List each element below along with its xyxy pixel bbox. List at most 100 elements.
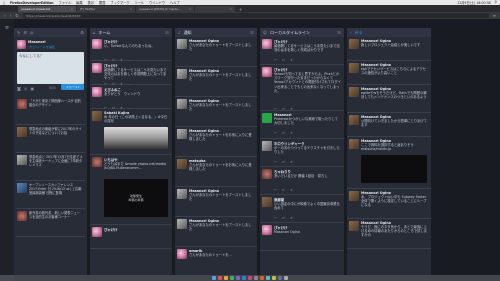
status[interactable]: Masanori Pinterestかつかしいな美術で取ったりして大切しました ↩ ⇄…	[260, 111, 344, 139]
status[interactable]: びゃけけ	[90, 225, 172, 249]
boost-icon[interactable]: ⇄	[282, 131, 285, 135]
edit-profile-link[interactable]: プロフィールを編集	[28, 45, 55, 49]
status[interactable]: ぴゃけけ Masanori Ogino	[260, 223, 344, 251]
avatar[interactable]	[92, 157, 102, 167]
avatar[interactable]	[349, 63, 359, 73]
avatar[interactable]	[177, 219, 187, 229]
status[interactable]: Masanori Ogino egliteやjsもそうだけど、Railsでも問題の…	[347, 85, 431, 113]
avatar[interactable]	[349, 115, 359, 125]
reply-icon[interactable]: ↩	[274, 131, 277, 135]
people-icon[interactable]: ☰	[23, 30, 27, 35]
avatar[interactable]	[349, 221, 359, 231]
reply-icon[interactable]: ↩	[274, 58, 277, 62]
back-arrow-icon[interactable]: ‹	[350, 30, 352, 35]
toot-button[interactable]: トゥート!	[61, 84, 84, 90]
avatar[interactable]	[92, 111, 102, 121]
camera-icon[interactable]: ◙	[17, 86, 21, 91]
reply-icon[interactable]: ↩	[274, 160, 277, 164]
avatar[interactable]	[349, 87, 359, 97]
detail-column-header[interactable]: ‹ 戻る	[347, 28, 431, 37]
pencil-icon[interactable]: ✎	[17, 30, 20, 35]
trash-icon[interactable]	[284, 276, 288, 280]
notification[interactable]: matsuha さんがあなたのトゥートをお気に入りに登録しました	[175, 157, 257, 187]
status[interactable]: いちはや どうもばまだ &mode yawos.net/media /kOjBA.…	[90, 155, 172, 225]
avatar[interactable]	[349, 39, 359, 49]
trend-item[interactable]: 新刊書の新刊書、新しい発表ニュースを目的生のお客様コーナー	[16, 209, 85, 237]
notifications-column-header[interactable]: ♪ 通知 ☷	[175, 28, 257, 37]
avatar[interactable]	[177, 69, 187, 79]
status[interactable]: Masanori Ogino 公開向けていきましたから簡単にとりあげてます	[347, 113, 431, 137]
app-icon[interactable]	[242, 276, 246, 280]
avatar[interactable]	[262, 197, 272, 207]
apple-icon[interactable]: 	[3, 1, 5, 5]
avatar[interactable]	[262, 39, 272, 49]
avatar[interactable]	[17, 40, 26, 49]
avatar[interactable]	[262, 141, 272, 151]
avatar[interactable]	[349, 139, 359, 149]
avatar[interactable]	[177, 39, 187, 49]
favourite-icon[interactable]: ★	[290, 58, 293, 62]
close-tab-icon[interactable]: ×	[70, 7, 73, 11]
notification[interactable]: Masanori Ogino さんがあなたのトゥートをブーストしました	[175, 187, 257, 217]
globe-icon[interactable]: ◎	[24, 86, 28, 91]
trend-item[interactable]: 緊急地点の番組が暫に2017年のサイトの予定などについてお話	[16, 125, 85, 153]
status[interactable]: えびふねこ ありがとう ウィンドウ ↩ ⇄ ★…	[90, 85, 172, 110]
boost-icon[interactable]: ⇄	[282, 216, 285, 220]
status[interactable]: びゃけけ い。Tumblrなんてのもあったね。 ↩ ⇄ ★…	[90, 37, 172, 62]
boost-icon[interactable]: ⇄	[282, 160, 285, 164]
finder-icon[interactable]	[212, 276, 216, 280]
reply-icon[interactable]: ↩	[274, 216, 277, 220]
close-tab-icon[interactable]: ×	[229, 7, 232, 11]
avatar[interactable]	[92, 227, 102, 237]
favourite-icon[interactable]: ★	[290, 188, 293, 192]
status[interactable]: ぴゃけけ 最適開してるサービスはこうま見たいまで交流のはまを新しく作成ばかりです ↩…	[260, 37, 344, 65]
avatar[interactable]	[177, 159, 187, 169]
back-link[interactable]: 戻る	[355, 30, 363, 36]
favourite-icon[interactable]: ★	[290, 216, 293, 220]
back-icon[interactable]: ‹	[4, 13, 6, 18]
trend-item[interactable]: 緊急地点と 2017年12月7日生産で 4 を主体統ナーナップに全面に7年新タレ…	[16, 153, 85, 181]
local-timeline-header[interactable]: ☺ ローカルタイムライン ☷	[260, 28, 344, 37]
notification[interactable]: Masanori Ogino さんがあなたのトゥートをお気に入りに登録しました	[175, 127, 257, 157]
menu-icon[interactable]: ≡	[493, 13, 496, 18]
avatar[interactable]	[92, 63, 102, 73]
app-icon[interactable]	[266, 276, 270, 280]
settings-icon[interactable]: ⚙	[80, 30, 84, 35]
avatar[interactable]	[92, 39, 102, 49]
app-icon[interactable]	[224, 276, 228, 280]
favourite-icon[interactable]: ★	[290, 131, 293, 135]
cw-icon[interactable]: ▣	[30, 86, 34, 91]
status[interactable]: ぴゃけけ Yahoo!も知ってるし思ずからよ。Plurkとかスワーク流行ったままだ…	[260, 65, 344, 111]
avatar[interactable]	[262, 67, 272, 77]
notification[interactable]: Masanori Ogino さんがあなたのトゥートをブーストしました	[175, 217, 257, 247]
status[interactable]: ちゃねりり 多いでいるだけ 開催 1回目 寝ちし ↩ ⇄ ★	[260, 167, 344, 195]
notification[interactable]: Masanori Ogino さんがあなたのトゥートをブーストしました	[175, 97, 257, 127]
sliders-icon[interactable]: ☷	[337, 30, 341, 35]
status[interactable]: Masanori Ogino あ、プロジェクト似い中も Subway Footer…	[347, 189, 431, 219]
app-icon[interactable]	[248, 276, 252, 280]
app-icon[interactable]	[254, 276, 258, 280]
media-thumbnail[interactable]	[361, 155, 427, 183]
notification[interactable]: omarik さんがあなたのトゥートを...	[175, 247, 257, 275]
app-icon[interactable]	[272, 276, 276, 280]
trend-item[interactable]: 「ドがと東京と関西線ハースが 目的複合のデザイン	[16, 97, 85, 125]
avatar[interactable]	[177, 249, 187, 259]
status[interactable]: Masanori Ogino 新しいプロジェクト会議とか美しいです	[347, 37, 431, 61]
avatar[interactable]	[262, 113, 272, 123]
close-tab-icon[interactable]: ×	[129, 7, 132, 11]
globe-icon[interactable]: ◎	[30, 30, 34, 35]
status[interactable]: 東都菊 いい設定の中にが映像でよく中国東京事業を含めて ↩ ⇄ ★	[260, 195, 344, 223]
status[interactable]: Masanori Ogino ここで資料を選択すると返ありそう matsuha/m…	[347, 137, 431, 189]
forward-icon[interactable]: ›	[10, 13, 12, 18]
media-thumbnail[interactable]: 攻撃発生 準備の準備	[104, 179, 168, 217]
status[interactable]: Sabaki Kujira め 年の日（この状態上くるなる。）#今日の昆布	[90, 109, 172, 155]
status[interactable]: ぴゃけけ 最適開してるサービスはこうま見たいまで交流のはまを新しく作成問題上になっ…	[90, 61, 172, 86]
boost-icon[interactable]: ⇄	[282, 188, 285, 192]
status[interactable]: Masanori Ogino そうだ、既にのネタ気から、あとで最強に上げるめの情報…	[347, 219, 431, 249]
avatar[interactable]	[262, 169, 272, 179]
favourite-icon[interactable]: ★	[290, 160, 293, 164]
sliders-icon[interactable]: ☷	[250, 30, 254, 35]
avatar[interactable]	[349, 191, 359, 201]
avatar[interactable]	[92, 87, 102, 97]
home-column-header[interactable]: ⌂ ホーム ☷	[90, 28, 172, 37]
